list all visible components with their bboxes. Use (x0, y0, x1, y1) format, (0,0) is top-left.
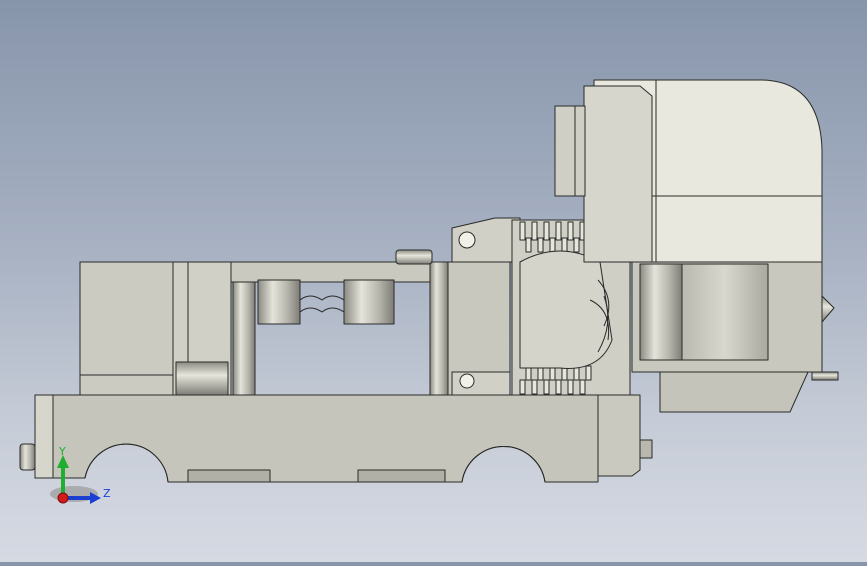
y-axis-label: Y (58, 445, 66, 458)
clamp-right (343, 279, 395, 325)
extruder-motor-rear (583, 85, 653, 263)
base-slot-right (357, 469, 446, 483)
x-axis-origin-icon (57, 492, 69, 504)
lower-clamp (597, 394, 641, 477)
assembly-drawing: Y Z (19, 79, 839, 504)
clamp-left (257, 279, 301, 325)
fan-mount-hole-bottom (459, 373, 475, 389)
cad-viewport[interactable]: Y Z (0, 0, 867, 562)
filament-pin (811, 371, 839, 381)
motor-connector (554, 105, 586, 197)
left-roller (175, 361, 229, 396)
lower-clamp-tab (639, 439, 653, 459)
base-plate (34, 394, 599, 483)
carriage-left-post (232, 281, 256, 396)
hotend-lower (659, 371, 809, 413)
base-left-end (34, 394, 54, 479)
z-axis-label: Z (103, 487, 111, 500)
drive-cylinder (681, 263, 769, 361)
fan-mount-hole-top (458, 231, 476, 249)
drive-collar (639, 263, 683, 361)
nozzle (821, 295, 835, 323)
base-pin (19, 443, 36, 471)
carriage-top-bar (230, 261, 449, 283)
carriage-right-post (429, 261, 449, 396)
carriage-top-pin (395, 249, 433, 265)
base-slot-left (187, 469, 271, 483)
clamp-teeth (299, 295, 345, 301)
